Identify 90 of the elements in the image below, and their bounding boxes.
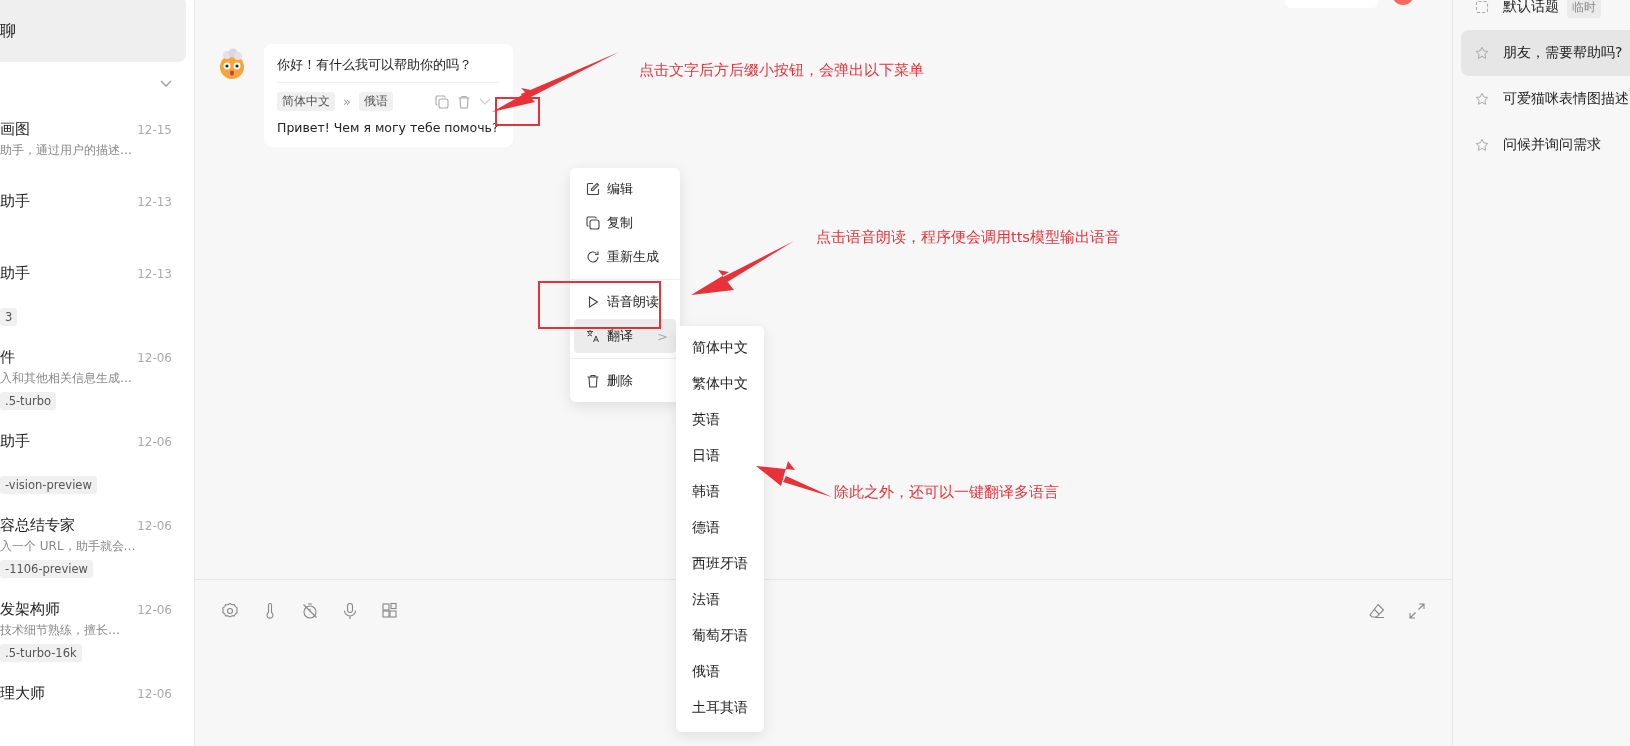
- topic-title: 朋友，需要帮助吗?: [1503, 44, 1623, 62]
- assistant-item[interactable]: 助手 12-13: [0, 178, 186, 250]
- trash-icon: [586, 374, 600, 388]
- assistant-date: 12-13: [137, 267, 172, 281]
- assistant-date: 12-06: [137, 687, 172, 701]
- assistant-title: 画图: [0, 120, 30, 139]
- dashed-square-icon: [1475, 0, 1489, 14]
- topic-item[interactable]: 可爱猫咪表情图描述: [1461, 76, 1630, 122]
- annotation-note: 除此之外，还可以一键翻译多语言: [834, 483, 1059, 502]
- menu-item[interactable]: 语音朗读: [574, 285, 676, 319]
- assistant-item[interactable]: 助手 12-06 -vision-preview: [0, 418, 186, 502]
- assistant-title: 助手: [0, 432, 30, 451]
- microphone-icon[interactable]: [341, 602, 359, 620]
- language-option[interactable]: 日语: [676, 438, 764, 474]
- menu-item[interactable]: 编辑: [574, 172, 676, 206]
- language-option[interactable]: 俄语: [676, 654, 764, 690]
- copy-icon: [586, 216, 600, 230]
- model-tag: -vision-preview: [0, 476, 97, 494]
- topic-item[interactable]: 问候并询问需求: [1461, 122, 1630, 168]
- topic-item[interactable]: 默认话题 临时: [1461, 0, 1630, 30]
- menu-item[interactable]: 复制: [574, 206, 676, 240]
- language-option[interactable]: 法语: [676, 582, 764, 618]
- timer-off-icon[interactable]: [301, 602, 319, 620]
- trash-icon[interactable]: [456, 94, 471, 109]
- assistant-date: 12-06: [137, 351, 172, 365]
- topic-title: 默认话题: [1503, 0, 1559, 16]
- assistant-title: 理大师: [0, 684, 45, 703]
- star-icon[interactable]: [1475, 46, 1489, 60]
- assistant-description: 入和其他相关信息生成…: [0, 369, 132, 387]
- chevron-down-icon[interactable]: [160, 80, 172, 88]
- assistant-description: 助手，通过用户的描述…: [0, 141, 132, 159]
- language-option[interactable]: 德语: [676, 510, 764, 546]
- emoji-avatar-icon: [217, 48, 247, 80]
- session-item[interactable]: 聊: [0, 0, 186, 62]
- assistant-title: 助手: [0, 192, 30, 211]
- assistant-item[interactable]: 助手 12-13 3: [0, 250, 186, 334]
- topic-item[interactable]: 朋友，需要帮助吗?: [1461, 30, 1630, 76]
- menu-item[interactable]: 重新生成: [574, 240, 676, 274]
- assistant-date: 12-06: [137, 435, 172, 449]
- menu-item[interactable]: 翻译 >: [574, 319, 676, 353]
- eraser-icon[interactable]: [1368, 602, 1386, 620]
- assistant-date: 12-06: [137, 603, 172, 617]
- language-tag: 俄语: [358, 92, 393, 111]
- chevron-down-icon[interactable]: [478, 97, 491, 106]
- assistant-title: 容总结专家: [0, 516, 75, 535]
- arrow-separator: »: [343, 94, 351, 109]
- assistant-item[interactable]: 容总结专家 12-06 入一个 URL，助手就会… -1106-preview: [0, 502, 186, 586]
- topic-title: 问候并询问需求: [1503, 136, 1601, 154]
- language-option[interactable]: 西班牙语: [676, 546, 764, 582]
- expand-icon[interactable]: [1408, 602, 1426, 620]
- grid-icon[interactable]: [381, 602, 399, 620]
- assistant-date: 12-13: [137, 195, 172, 209]
- language-option[interactable]: 简体中文: [676, 330, 764, 366]
- edit-icon: [586, 182, 600, 196]
- language-option[interactable]: 土耳其语: [676, 690, 764, 726]
- assistant-date: 12-06: [137, 519, 172, 533]
- assistant-description: 入一个 URL，助手就会…: [0, 537, 136, 555]
- message-text: 你好！有什么我可以帮助你的吗？: [277, 56, 473, 74]
- language-option[interactable]: 英语: [676, 402, 764, 438]
- topic-tag: 临时: [1567, 0, 1601, 18]
- model-tag: .5-turbo: [0, 392, 56, 410]
- play-icon: [586, 295, 600, 309]
- assistant-title: 发架构师: [0, 600, 60, 619]
- star-icon[interactable]: [1475, 92, 1489, 106]
- assistant-item[interactable]: 件 12-06 入和其他相关信息生成… .5-turbo: [0, 334, 186, 418]
- annotation-note: 点击文字后方后缀小按钮，会弹出以下菜单: [639, 61, 924, 80]
- assistant-title: 件: [0, 348, 15, 367]
- model-tag: -1106-preview: [0, 560, 93, 578]
- language-option[interactable]: 繁体中文: [676, 366, 764, 402]
- model-tag: 3: [0, 308, 18, 326]
- star-icon[interactable]: [1475, 138, 1489, 152]
- language-tag: 简体中文: [277, 92, 335, 111]
- submenu-arrow: >: [657, 328, 668, 344]
- menu-item[interactable]: 删除: [574, 364, 676, 398]
- assistant-description: 技术细节熟练，擅长…: [0, 621, 120, 639]
- assistant-item[interactable]: 画图 12-15 助手，通过用户的描述…: [0, 106, 186, 178]
- annotation-note: 点击语音朗读，程序便会调用tts模型输出语音: [816, 228, 1120, 247]
- assistant-item[interactable]: 发架构师 12-06 技术细节熟练，擅长… .5-turbo-16k: [0, 586, 186, 670]
- assistant-date: 12-15: [137, 123, 172, 137]
- settings-icon[interactable]: [221, 602, 239, 620]
- topic-title: 可爱猫咪表情图描述: [1503, 90, 1629, 108]
- model-tag: .5-turbo-16k: [0, 644, 82, 662]
- assistant-item[interactable]: 理大师 12-06: [0, 670, 186, 742]
- refresh-icon: [586, 250, 600, 264]
- copy-icon[interactable]: [434, 94, 449, 109]
- language-option[interactable]: 葡萄牙语: [676, 618, 764, 654]
- language-option[interactable]: 韩语: [676, 474, 764, 510]
- assistant-title: 助手: [0, 264, 30, 283]
- translate-icon: [586, 329, 600, 343]
- translated-text: Привет! Чем я могу тебе помочь?: [277, 119, 499, 137]
